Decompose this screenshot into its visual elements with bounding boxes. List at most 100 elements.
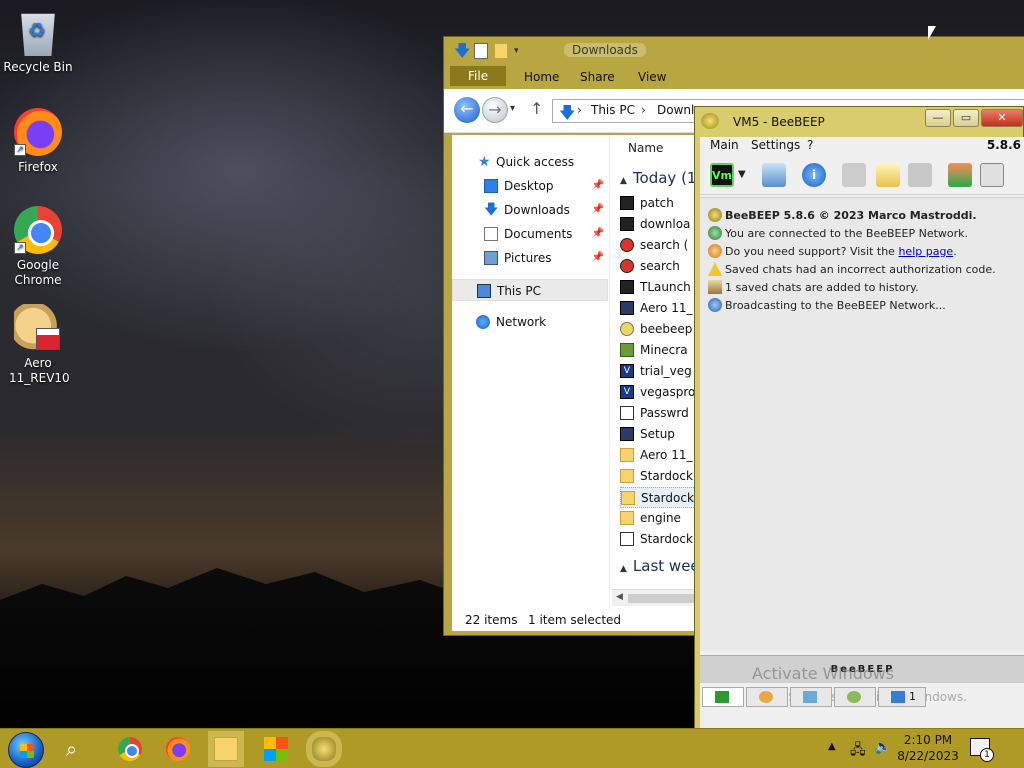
tab-home[interactable]: Home (514, 68, 569, 86)
file-row[interactable]: patch (620, 193, 694, 214)
file-row[interactable]: downloa (620, 214, 694, 235)
scroll-thumb[interactable] (628, 594, 694, 603)
back-button[interactable]: ← (454, 97, 480, 123)
scroll-left-icon[interactable]: ◀ (616, 592, 623, 602)
update-icon[interactable] (948, 163, 972, 187)
beebeep-content: Main Settings ? 5.8.6 Vm ▼ i BeeBEEP 5.8… (700, 137, 1024, 729)
nav-network[interactable]: Network (452, 311, 608, 333)
search-icon[interactable]: ⌕ (66, 737, 77, 761)
tab-file-sharing[interactable]: 1 (878, 687, 926, 707)
file-row[interactable]: search ( (620, 235, 694, 256)
menu-help[interactable]: ? (807, 138, 813, 152)
notes-icon[interactable] (876, 163, 900, 187)
pin-icon[interactable]: 📌 (592, 175, 604, 197)
explorer-titlebar[interactable]: 🡇 ▾ Downloads (444, 37, 1024, 65)
system-clock[interactable]: 2:10 PM 8/22/2023 (896, 732, 960, 764)
message-input-area[interactable]: BeeBEEP Activate Windows Go to Settings … (700, 655, 1024, 704)
show-hidden-icons-icon[interactable]: ▲ (828, 741, 836, 752)
file-row[interactable]: TLaunch (620, 277, 694, 298)
tools-icon[interactable] (908, 163, 932, 187)
close-button[interactable]: ✕ (981, 109, 1023, 127)
tab-groups[interactable] (834, 687, 876, 707)
tab-users[interactable] (746, 687, 788, 707)
pin-icon[interactable]: 📌 (592, 223, 604, 245)
customize-toolbar-icon[interactable]: ▾ (514, 43, 524, 59)
help-icon (708, 244, 722, 258)
tab-share[interactable]: Share (570, 68, 625, 86)
network-status-icon[interactable]: 🖧 (850, 739, 866, 763)
downloads-icon: 🡇 (559, 103, 576, 122)
minimize-button[interactable]: — (925, 109, 951, 127)
desktop-icon-recycle-bin[interactable]: Recycle Bin (0, 8, 76, 74)
help-page-link[interactable]: help page (898, 245, 953, 258)
taskbar-firefox-icon[interactable] (166, 737, 190, 761)
archive-icon[interactable] (980, 163, 1004, 187)
horizontal-scrollbar[interactable]: ◀ (612, 589, 694, 606)
properties-icon[interactable] (474, 43, 488, 59)
version-label: 5.8.6 (986, 138, 1021, 152)
nav-desktop[interactable]: Desktop 📌 (452, 175, 608, 197)
file-row[interactable]: Vtrial_veg (620, 361, 694, 382)
file-row[interactable]: Aero 11_ (620, 445, 694, 466)
beebeep-panel-tabs: 1 (700, 685, 1024, 709)
download-arrow-icon[interactable]: 🡇 (454, 43, 470, 59)
tab-chat[interactable] (702, 687, 744, 707)
forward-button[interactable]: → (482, 97, 508, 123)
taskbar-beebeep-icon[interactable] (312, 737, 336, 761)
tab-file[interactable]: File (450, 66, 507, 86)
file-row[interactable]: Setup (620, 424, 694, 445)
clock-time: 2:10 PM (903, 733, 953, 747)
tab-messages[interactable] (790, 687, 832, 707)
beebeep-window[interactable]: VM5 - BeeBEEP — ▭ ✕ Main Settings ? 5.8.… (694, 106, 1024, 730)
desktop-icon-aero[interactable]: Aero 11_REV10 (0, 304, 76, 386)
file-row[interactable]: Stardock (620, 529, 694, 550)
file-row[interactable]: Stardock (620, 466, 694, 487)
taskbar-chrome-icon[interactable] (118, 737, 142, 761)
nav-pictures[interactable]: Pictures 📌 (452, 247, 608, 269)
info-icon[interactable]: i (802, 163, 826, 187)
recent-locations-dropdown[interactable]: ▾ (510, 103, 515, 114)
file-row[interactable]: Vvegaspro (620, 382, 694, 403)
nav-label: Downloads (504, 203, 570, 217)
desktop-icon-firefox[interactable]: ↗ Firefox (0, 108, 76, 174)
taskbar-file-explorer-icon[interactable] (214, 737, 238, 761)
edit-profile-icon[interactable] (762, 163, 786, 187)
chat-message: BeeBEEP 5.8.6 © 2023 Marco Mastroddi. (708, 208, 977, 226)
taskbar-store-icon[interactable] (264, 737, 288, 761)
file-row[interactable]: Aero 11_ (620, 298, 694, 319)
menu-main[interactable]: Main (710, 138, 739, 152)
desktop-icon-chrome[interactable]: ↗ Google Chrome (0, 206, 76, 288)
home-icon[interactable] (842, 163, 866, 187)
group-header-today[interactable]: ▲ Today (1 (620, 169, 694, 187)
maximize-button[interactable]: ▭ (953, 109, 979, 127)
volume-icon[interactable]: 🔈 (874, 739, 891, 755)
nav-this-pc[interactable]: This PC (452, 279, 608, 301)
group-header-last-week[interactable]: ▲ Last wee (620, 557, 694, 575)
beebeep-titlebar[interactable]: VM5 - BeeBEEP — ▭ ✕ (695, 107, 1023, 137)
menu-settings[interactable]: Settings (751, 138, 800, 152)
breadcrumb-this-pc[interactable]: This PC (591, 103, 635, 117)
start-button[interactable] (8, 732, 44, 768)
breadcrumb-separator[interactable]: › (577, 103, 582, 117)
nav-downloads[interactable]: 🡇 Downloads 📌 (452, 199, 608, 221)
file-row[interactable]: engine (620, 508, 694, 529)
file-row[interactable]: beebeep (620, 319, 694, 340)
breadcrumb-separator[interactable]: › (641, 103, 646, 117)
nav-documents[interactable]: Documents 📌 (452, 223, 608, 245)
pin-icon[interactable]: 📌 (592, 199, 604, 221)
status-dropdown-icon[interactable]: ▼ (738, 169, 750, 193)
user-status-button[interactable]: Vm (710, 163, 734, 187)
pin-icon[interactable]: 📌 (592, 247, 604, 269)
nav-quick-access[interactable]: ★ Quick access (452, 151, 608, 173)
new-folder-icon[interactable] (494, 43, 508, 59)
up-button[interactable]: ↑ (530, 99, 543, 118)
file-row[interactable]: Minecra (620, 340, 694, 361)
tab-view[interactable]: View (628, 68, 676, 86)
chat-area[interactable]: BeeBEEP 5.8.6 © 2023 Marco Mastroddi. Yo… (700, 197, 1024, 651)
file-row[interactable]: Passwrd (620, 403, 694, 424)
column-header-name[interactable]: Name (628, 141, 663, 155)
chat-message: Saved chats had an incorrect authorizati… (708, 262, 996, 280)
broadcast-icon (708, 298, 722, 312)
file-row[interactable]: search (620, 256, 694, 277)
file-row-selected[interactable]: Stardock (620, 487, 694, 508)
